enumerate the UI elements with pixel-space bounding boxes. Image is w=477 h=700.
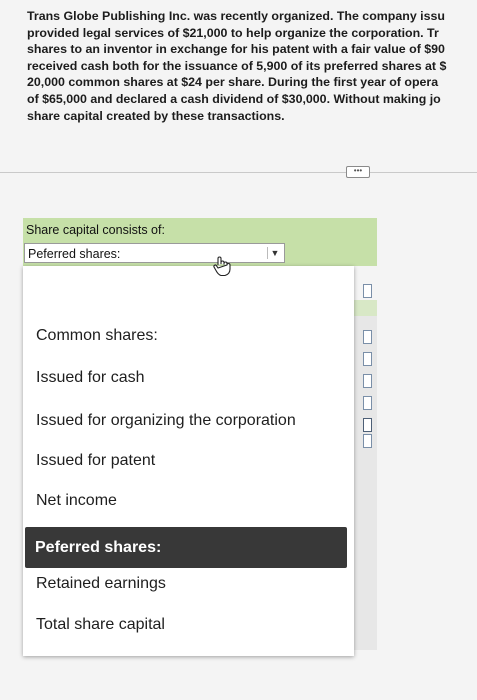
dropdown-option[interactable]: Total share capital (23, 610, 354, 640)
section-divider (0, 172, 477, 173)
problem-line: Trans Globe Publishing Inc. was recently… (27, 9, 445, 23)
dropdown-option[interactable]: Net income (23, 486, 354, 516)
problem-line: provided legal services of $21,000 to he… (27, 25, 439, 40)
dropdown-option-selected[interactable]: Peferred shares: (25, 527, 347, 568)
chevron-down-icon[interactable]: ▼ (267, 247, 282, 259)
dropdown-option[interactable]: Issued for patent (23, 446, 354, 476)
problem-line: share capital created by these transacti… (27, 108, 285, 123)
dropdown-option[interactable]: Common shares: (23, 321, 354, 351)
hand-pointer-icon (211, 255, 233, 277)
amount-input[interactable] (363, 374, 372, 388)
problem-line: shares to an inventor in exchange for hi… (27, 42, 445, 57)
dropdown-option[interactable]: Issued for cash (23, 363, 354, 393)
select-value: Peferred shares: (28, 247, 121, 261)
amount-input[interactable] (363, 434, 372, 448)
input-column-header (354, 300, 377, 316)
amount-input[interactable] (363, 418, 372, 432)
amount-input[interactable] (363, 352, 372, 366)
problem-line: of $65,000 and declared a cash dividend … (27, 91, 441, 106)
problem-line: received cash both for the issuance of 5… (27, 58, 447, 73)
share-capital-panel: Share capital consists of: Peferred shar… (23, 218, 377, 266)
table-heading: Share capital consists of: (26, 223, 165, 237)
dropdown-option[interactable]: Issued for organizing the corporation (23, 406, 354, 436)
more-options-button[interactable]: ••• (346, 166, 370, 178)
dropdown-menu: Common shares: Issued for cash Issued fo… (23, 266, 354, 656)
problem-statement: Trans Globe Publishing Inc. was recently… (27, 8, 477, 124)
account-select[interactable]: Peferred shares: ▼ (24, 243, 285, 263)
amount-input[interactable] (363, 284, 372, 298)
amount-input[interactable] (363, 396, 372, 410)
dropdown-option[interactable]: Retained earnings (23, 569, 354, 599)
problem-line: 20,000 common shares at $24 per share. D… (27, 75, 439, 90)
amount-input[interactable] (363, 330, 372, 344)
